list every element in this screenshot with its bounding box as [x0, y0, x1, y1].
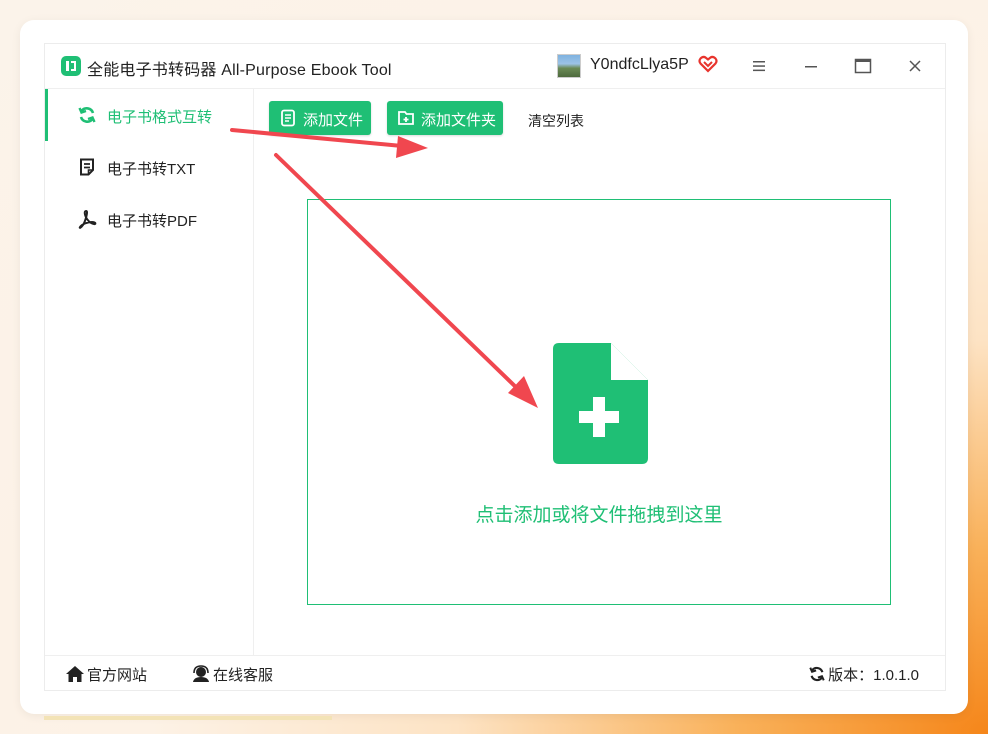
file-list-icon: [281, 109, 295, 127]
minimize-icon[interactable]: [801, 56, 821, 76]
avatar[interactable]: [557, 54, 581, 78]
add-file-button[interactable]: 添加文件: [269, 101, 371, 135]
online-support-link[interactable]: 在线客服: [191, 664, 273, 685]
refresh-icon: [78, 107, 96, 123]
clear-list-button[interactable]: 清空列表: [528, 111, 584, 131]
add-folder-button[interactable]: 添加文件夹: [387, 101, 503, 135]
add-folder-label: 添加文件夹: [421, 112, 497, 129]
folder-add-icon: [398, 111, 414, 125]
vip-heart-icon[interactable]: [698, 54, 718, 74]
title-bar: 全能电子书转码器 All-Purpose Ebook Tool Y0ndfcLl…: [45, 44, 945, 89]
app-window: 全能电子书转码器 All-Purpose Ebook Tool Y0ndfcLl…: [44, 43, 946, 691]
close-icon[interactable]: [905, 56, 925, 76]
sidebar: 电子书格式互转 电子书转TXT 电子书转PDF: [45, 89, 254, 655]
online-support-label: 在线客服: [213, 667, 274, 684]
app-title: 全能电子书转码器 All-Purpose Ebook Tool: [87, 62, 392, 79]
sidebar-item-label: 电子书转TXT: [107, 161, 196, 178]
add-file-label: 添加文件: [303, 112, 364, 129]
sidebar-item-to-txt[interactable]: 电子书转TXT: [45, 141, 253, 193]
version-info: 版本：1.0.1.0: [808, 664, 919, 685]
drop-zone[interactable]: 点击添加或将文件拖拽到这里: [307, 199, 891, 605]
app-logo-icon: [61, 56, 81, 76]
sidebar-item-format-convert[interactable]: 电子书格式互转: [45, 89, 253, 141]
official-website-link[interactable]: 官方网站: [65, 664, 147, 685]
footer: 官方网站 在线客服 版本：1.0.1.0: [45, 655, 945, 691]
sidebar-item-to-pdf[interactable]: 电子书转PDF: [45, 193, 253, 245]
refresh-icon: [809, 666, 825, 682]
version-label: 版本：1.0.1.0: [828, 667, 919, 684]
text-document-icon: [80, 158, 94, 176]
username[interactable]: Y0ndfcLlya5P: [590, 56, 689, 74]
sidebar-item-label: 电子书格式互转: [107, 109, 213, 126]
file-add-icon: [553, 343, 648, 464]
pdf-icon: [78, 209, 97, 229]
menu-icon[interactable]: [749, 56, 769, 76]
official-website-label: 官方网站: [87, 667, 148, 684]
sidebar-item-label: 电子书转PDF: [107, 213, 198, 230]
drop-zone-text: 点击添加或将文件拖拽到这里: [475, 505, 723, 526]
decorative-underline: [44, 716, 332, 720]
maximize-icon[interactable]: [853, 56, 873, 76]
support-agent-icon: [193, 665, 209, 682]
home-icon: [66, 666, 84, 682]
